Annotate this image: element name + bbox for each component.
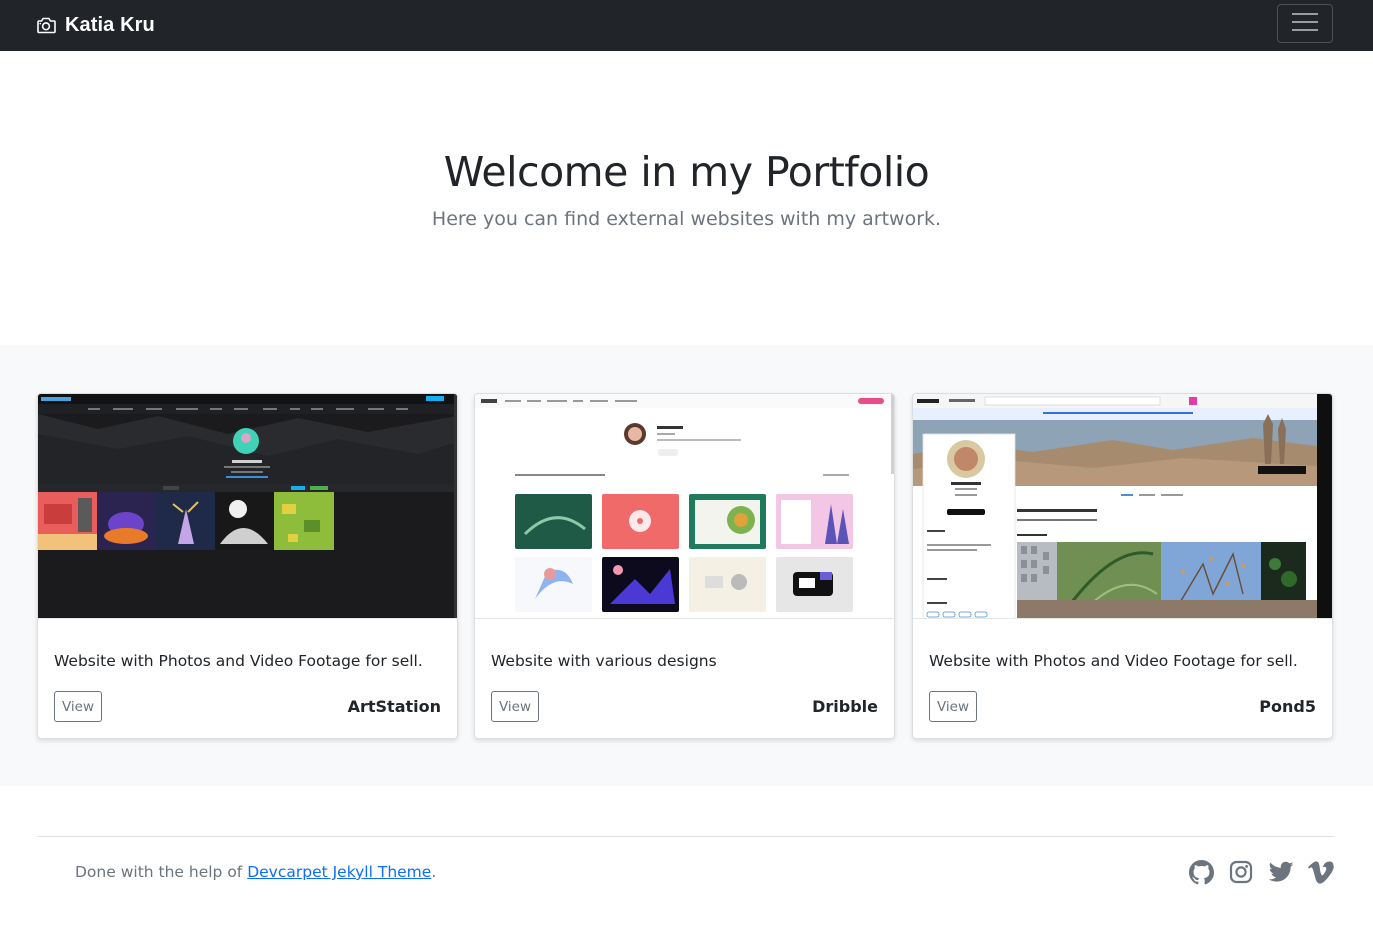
card-thumbnail[interactable] [475,394,894,619]
dribbble-screenshot [475,394,894,618]
view-button-pond5[interactable]: View [929,691,977,722]
card-site-name: Pond5 [1259,697,1316,716]
footer-divider [37,836,1334,837]
portfolio-card-pond5: Website with Photos and Video Footage fo… [912,393,1333,739]
card-site-name: Dribble [812,697,878,716]
portfolio-card-artstation: Website with Photos and Video Footage fo… [37,393,458,739]
view-button-artstation[interactable]: View [54,691,102,722]
brand-name: Katia Kru [65,13,155,36]
footer-credit: Done with the help of Devcarpet Jekyll T… [75,863,436,881]
album-section: Website with Photos and Video Footage fo… [0,345,1373,786]
pond5-screenshot [913,394,1332,618]
brand-link[interactable]: Katia Kru [36,11,155,39]
card-site-name: ArtStation [347,697,441,716]
camera-icon [36,17,56,34]
portfolio-card-dribble: Website with various designs View Dribbl… [474,393,895,739]
artstation-screenshot [38,394,457,618]
footer-text-suffix: . [431,863,437,881]
twitter-icon[interactable] [1268,859,1294,885]
github-icon[interactable] [1188,859,1214,885]
card-description: Website with various designs [491,652,717,670]
navbar-toggler-button[interactable] [1277,4,1333,43]
view-button-dribble[interactable]: View [491,691,539,722]
footer-text-prefix: Done with the help of [75,863,248,881]
card-description: Website with Photos and Video Footage fo… [54,652,423,670]
card-description: Website with Photos and Video Footage fo… [929,652,1298,670]
card-thumbnail[interactable] [38,394,457,619]
hero-section: Welcome in my Portfolio Here you can fin… [0,51,1373,345]
page-title: Welcome in my Portfolio [443,148,930,196]
instagram-icon[interactable] [1228,859,1254,885]
theme-link[interactable]: Devcarpet Jekyll Theme [247,863,431,881]
navbar: Katia Kru [0,0,1373,51]
card-thumbnail[interactable] [913,394,1332,619]
hamburger-icon [1292,12,1318,35]
vimeo-icon[interactable] [1308,859,1334,885]
page-subtitle: Here you can find external websites with… [431,208,942,230]
